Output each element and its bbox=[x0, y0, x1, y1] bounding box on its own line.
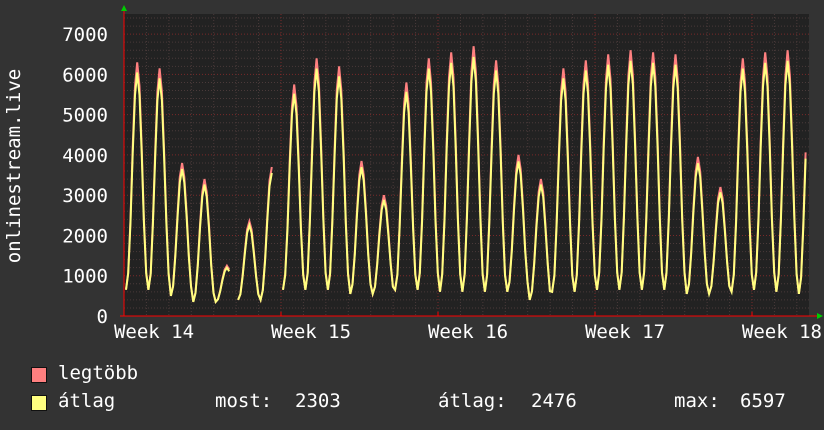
y-tick-label: 2000 bbox=[62, 225, 108, 247]
stat-now-label: most: bbox=[215, 390, 273, 412]
x-tick-label: Week 15 bbox=[271, 321, 351, 343]
y-tick-label: 7000 bbox=[62, 24, 108, 46]
y-tick-label: 3000 bbox=[62, 185, 108, 207]
stat-max-label: max: bbox=[674, 390, 720, 412]
stat-avg-label: átlag: bbox=[438, 390, 507, 412]
y-axis-label: onlinestream.live bbox=[3, 69, 25, 263]
x-axis-arrow bbox=[817, 313, 823, 319]
stat-avg-value: 2476 bbox=[531, 390, 577, 412]
stat-max-value: 6597 bbox=[740, 390, 786, 412]
y-tick-label: 5000 bbox=[62, 105, 108, 127]
y-tick-label: 1000 bbox=[62, 266, 108, 288]
y-tick-labels: 0 1000 2000 3000 4000 5000 6000 7000 bbox=[62, 24, 108, 328]
legend-label-legtobb: legtöbb bbox=[58, 362, 139, 384]
y-tick-label: 0 bbox=[97, 306, 108, 328]
x-tick-label: Week 14 bbox=[114, 321, 194, 343]
y-tick-label: 4000 bbox=[62, 145, 108, 167]
y-tick-label: 6000 bbox=[62, 64, 108, 86]
stat-now-value: 2303 bbox=[295, 390, 341, 412]
x-tick-label: Week 16 bbox=[428, 321, 508, 343]
x-tick-label: Week 17 bbox=[585, 321, 665, 343]
legend-label-atlag: átlag bbox=[58, 390, 116, 412]
y-axis-arrow bbox=[121, 5, 127, 11]
legend-swatch-legtobb bbox=[31, 367, 47, 383]
x-tick-label: Week 18 bbox=[742, 321, 822, 343]
x-tick-labels: Week 14 Week 15 Week 16 Week 17 Week 18 bbox=[114, 312, 822, 343]
legend-swatch-atlag bbox=[31, 395, 47, 411]
